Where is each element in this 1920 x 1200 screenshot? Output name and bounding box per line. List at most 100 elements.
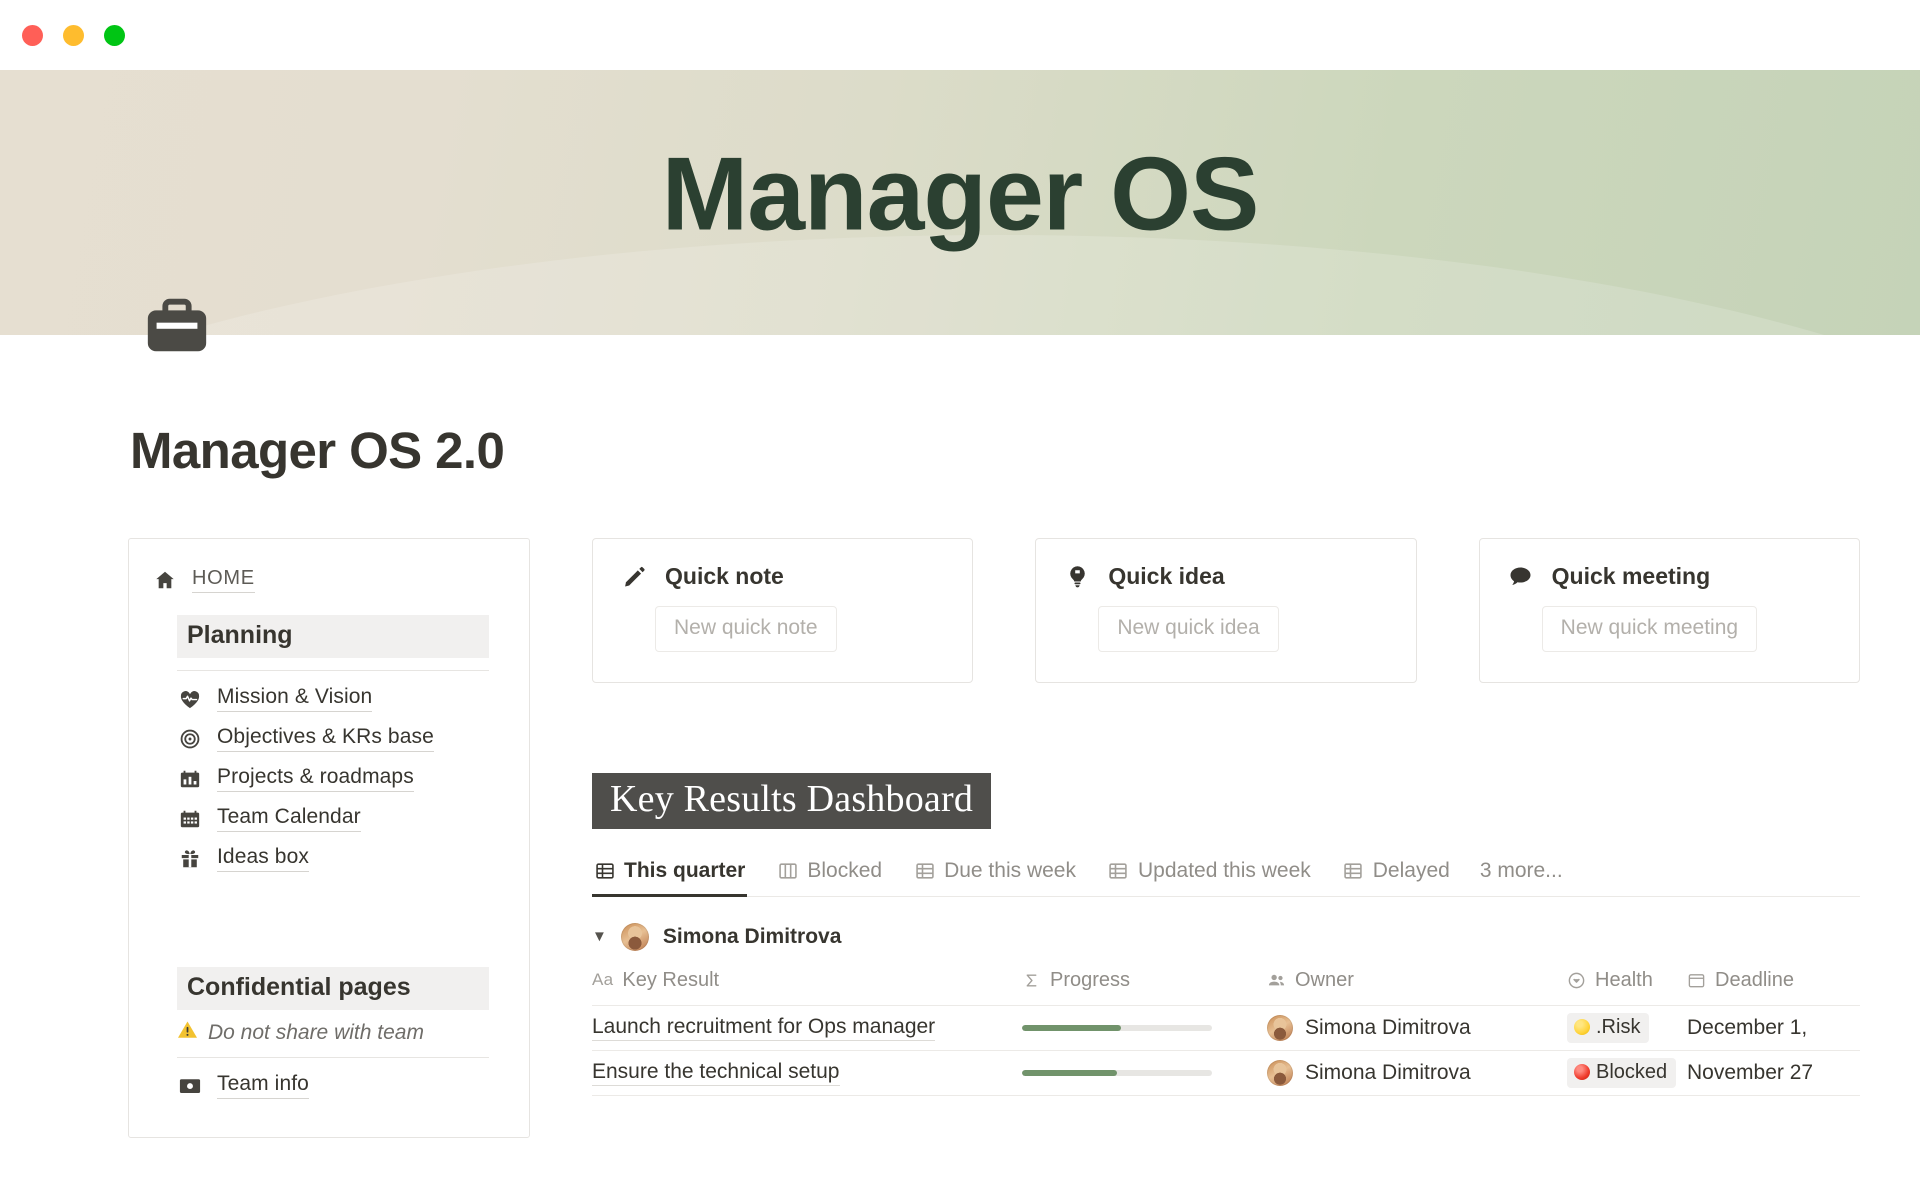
new-quick-note-button[interactable]: New quick note (655, 606, 837, 652)
key-result-link[interactable]: Launch recruitment for Ops manager (592, 1015, 935, 1041)
key-result-link[interactable]: Ensure the technical setup (592, 1060, 840, 1086)
confidential-warning-text: Do not share with team (208, 1021, 424, 1045)
select-icon (1567, 971, 1586, 990)
avatar (1267, 1060, 1293, 1086)
progress-bar-fill (1022, 1070, 1117, 1076)
quick-note-card[interactable]: Quick note New quick note (592, 538, 973, 683)
progress-bar (1022, 1070, 1212, 1076)
status-dot-icon (1574, 1019, 1590, 1035)
tab-this-quarter[interactable]: This quarter (592, 855, 747, 896)
page-body: Manager OS 2.0 HOME Planning (0, 421, 1920, 1138)
status-badge: Blocked (1567, 1058, 1676, 1088)
column-header-owner[interactable]: Owner (1267, 969, 1567, 992)
cell-deadline[interactable]: November 27 (1687, 1061, 1860, 1085)
column-label: Deadline (1715, 969, 1794, 992)
sidebar-item-team-calendar[interactable]: Team Calendar (179, 805, 505, 832)
quick-idea-title: Quick idea (1108, 563, 1224, 590)
sidebar-item-home[interactable]: HOME (153, 567, 505, 593)
sidebar-label: Ideas box (217, 845, 309, 872)
key-results-table: Aa Key Result Progress (592, 969, 1860, 1096)
cover-title: Manager OS (0, 142, 1920, 246)
cell-health[interactable]: Blocked (1567, 1058, 1687, 1088)
date-icon (1687, 971, 1706, 990)
home-icon (153, 569, 176, 592)
avatar (621, 923, 649, 951)
table-icon (914, 860, 935, 881)
column-header-health[interactable]: Health (1567, 969, 1687, 992)
tab-blocked[interactable]: Blocked (775, 855, 884, 896)
dashboard-view-tabs: This quarter Blocked (592, 855, 1860, 897)
sidebar-item-ideas-box[interactable]: Ideas box (179, 845, 505, 872)
sidebar-item-mission-vision[interactable]: Mission & Vision (179, 685, 505, 712)
main-content: Quick note New quick note (592, 538, 1920, 1096)
group-header-simona-dimitrova[interactable]: ▼ Simona Dimitrova (592, 923, 1860, 951)
cell-owner[interactable]: Simona Dimitrova (1267, 1015, 1567, 1041)
quick-idea-card[interactable]: Quick idea New quick idea (1035, 538, 1416, 683)
column-label: Key Result (622, 969, 719, 992)
sidebar-spacer (153, 885, 505, 945)
quick-meeting-card[interactable]: Quick meeting New quick meeting (1479, 538, 1860, 683)
gift-icon (179, 847, 201, 870)
sidebar-divider-confidential (177, 1057, 489, 1058)
money-icon (179, 1074, 201, 1097)
sidebar-section-planning: Planning (177, 615, 489, 658)
tab-label: Due this week (944, 859, 1076, 883)
sidebar-section-confidential: Confidential pages (177, 967, 489, 1010)
sidebar-panel: HOME Planning Mission & Vision (128, 538, 530, 1138)
sidebar-home-label: HOME (192, 567, 255, 593)
traffic-light-controls (22, 25, 125, 46)
heartbeat-icon (179, 687, 201, 710)
briefcase-icon[interactable] (140, 288, 214, 362)
sidebar-planning-list: Mission & Vision Objectives & KRs base (153, 685, 505, 872)
sidebar-item-objectives-krs[interactable]: Objectives & KRs base (179, 725, 505, 752)
maximize-button[interactable] (104, 25, 125, 46)
page-title: Manager OS 2.0 (0, 421, 1920, 480)
column-label: Health (1595, 969, 1653, 992)
sidebar-divider-planning (177, 670, 489, 671)
cell-health[interactable]: .Risk (1567, 1013, 1687, 1043)
people-icon (1267, 971, 1286, 990)
sidebar-label: Team Calendar (217, 805, 361, 832)
tab-delayed[interactable]: Delayed (1341, 855, 1452, 896)
minimize-button[interactable] (63, 25, 84, 46)
quick-action-cards: Quick note New quick note (592, 538, 1860, 683)
tab-updated-this-week[interactable]: Updated this week (1106, 855, 1313, 896)
table-row[interactable]: Launch recruitment for Ops manager Simon… (592, 1006, 1860, 1051)
close-button[interactable] (22, 25, 43, 46)
quick-idea-header: Quick idea (1064, 563, 1387, 590)
quick-meeting-header: Quick meeting (1508, 563, 1831, 590)
more-tabs-button[interactable]: 3 more... (1480, 859, 1563, 896)
cell-key-result[interactable]: Launch recruitment for Ops manager (592, 1015, 1022, 1041)
deadline-text: December 1, (1687, 1016, 1807, 1039)
new-quick-idea-button[interactable]: New quick idea (1098, 606, 1278, 652)
sidebar-item-team-info[interactable]: Team info (179, 1072, 505, 1099)
cell-owner[interactable]: Simona Dimitrova (1267, 1060, 1567, 1086)
column-header-progress[interactable]: Progress (1022, 969, 1267, 992)
quick-meeting-title: Quick meeting (1552, 563, 1710, 590)
cell-deadline[interactable]: December 1, (1687, 1016, 1860, 1040)
cell-key-result[interactable]: Ensure the technical setup (592, 1060, 1022, 1086)
content-columns: HOME Planning Mission & Vision (0, 538, 1920, 1138)
calendar-grid-icon (179, 767, 201, 790)
target-icon (179, 727, 201, 750)
status-label: .Risk (1596, 1016, 1640, 1039)
tab-due-this-week[interactable]: Due this week (912, 855, 1078, 896)
table-icon (594, 860, 615, 881)
new-quick-meeting-button[interactable]: New quick meeting (1542, 606, 1757, 652)
confidential-warning: Do not share with team (177, 1020, 505, 1045)
column-header-key-result[interactable]: Aa Key Result (592, 969, 1022, 992)
avatar (1267, 1015, 1293, 1041)
tab-label: Blocked (807, 859, 882, 883)
column-header-deadline[interactable]: Deadline (1687, 969, 1860, 992)
sidebar-item-projects-roadmaps[interactable]: Projects & roadmaps (179, 765, 505, 792)
table-icon (1108, 860, 1129, 881)
window-titlebar (0, 0, 1920, 70)
table-row[interactable]: Ensure the technical setup Simona Dimitr… (592, 1051, 1860, 1096)
chevron-down-icon[interactable]: ▼ (592, 929, 607, 944)
sigma-icon (1022, 971, 1041, 990)
status-badge: .Risk (1567, 1013, 1649, 1043)
tab-label: Delayed (1373, 859, 1450, 883)
table-header-row: Aa Key Result Progress (592, 969, 1860, 1006)
warning-icon (177, 1020, 198, 1045)
progress-bar (1022, 1025, 1212, 1031)
